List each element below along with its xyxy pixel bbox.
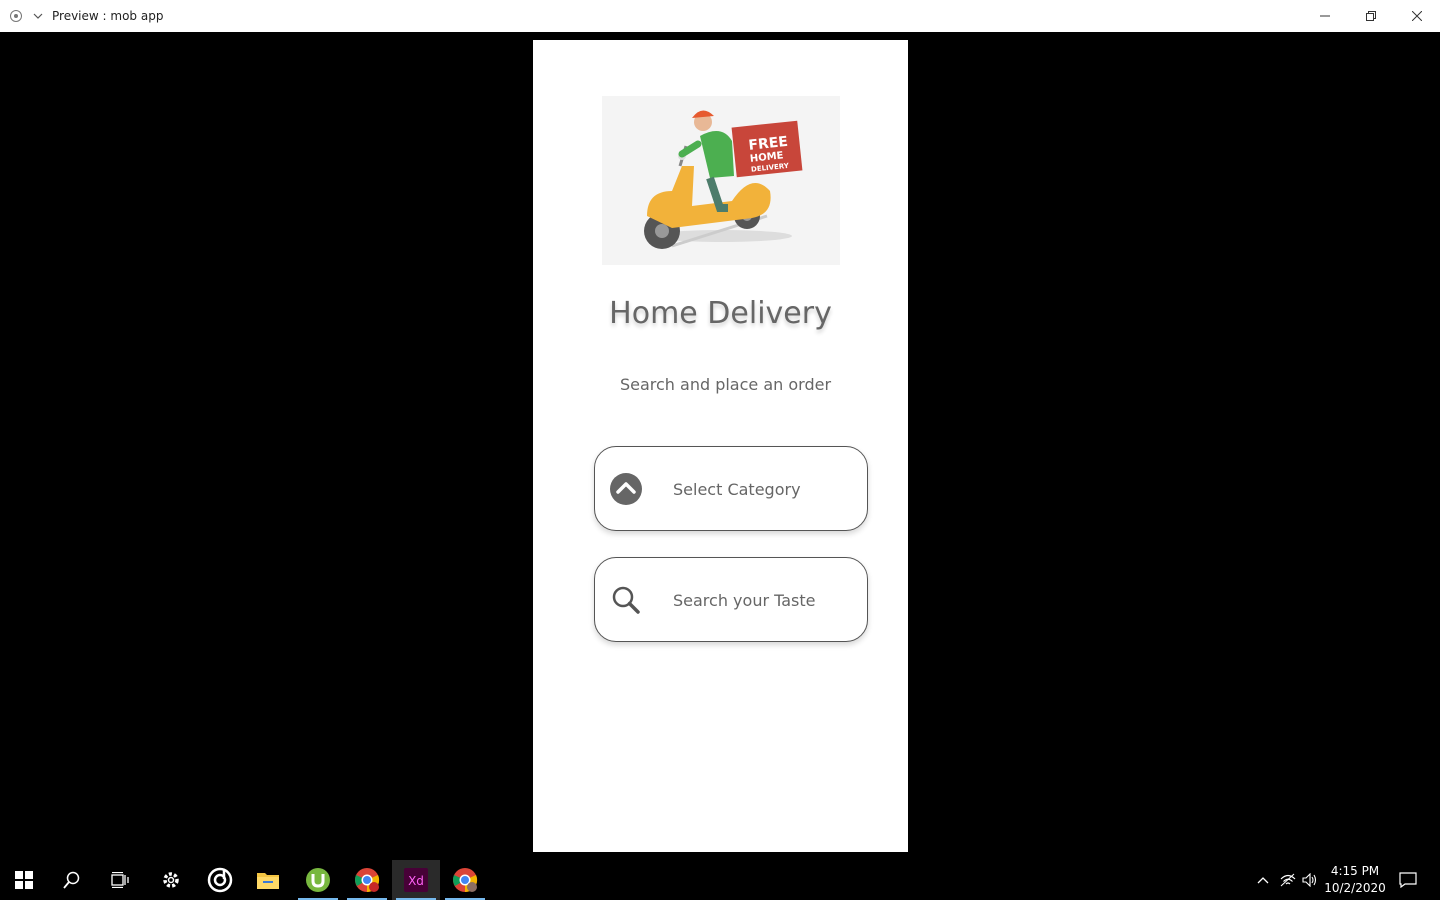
record-icon[interactable]: [10, 10, 22, 22]
search-taste-button[interactable]: Search your Taste: [594, 557, 868, 642]
task-view-icon[interactable]: [96, 860, 144, 900]
groove-music-icon[interactable]: [196, 860, 244, 900]
clock-time: 4:15 PM: [1330, 864, 1380, 878]
taskbar-clock[interactable]: 4:15 PM 10/2/2020: [1322, 863, 1388, 897]
search-taste-label: Search your Taste: [673, 591, 816, 610]
utorrent-icon[interactable]: [294, 860, 342, 900]
taskbar: Xd 4:15 PM 10/2/2020: [0, 860, 1440, 900]
page-subtitle: Search and place an order: [619, 375, 832, 394]
chrome-profile-icon[interactable]: [441, 860, 489, 900]
windows-start-icon[interactable]: [0, 860, 48, 900]
page-title: Home Delivery: [609, 296, 832, 331]
show-hidden-icons-icon[interactable]: [1252, 860, 1274, 900]
file-explorer-icon[interactable]: [244, 860, 292, 900]
restore-icon: [1366, 11, 1376, 21]
settings-icon[interactable]: [147, 860, 195, 900]
window-title: Preview : mob app: [52, 9, 164, 23]
clock-date: 10/2/2020: [1324, 881, 1386, 895]
delivery-illustration: FREE HOME DELIVERY: [602, 96, 840, 265]
adobe-xd-icon[interactable]: Xd: [392, 860, 440, 900]
notifications-icon[interactable]: [1396, 860, 1420, 900]
window-titlebar: Preview : mob app: [0, 0, 1440, 32]
restore-button[interactable]: [1348, 0, 1394, 32]
close-button[interactable]: [1394, 0, 1440, 32]
phone-artboard: FREE HOME DELIVERY Home Delivery Search …: [533, 40, 908, 852]
minimize-icon: [1320, 15, 1330, 17]
chrome-icon[interactable]: [343, 860, 391, 900]
chevron-up-circle-icon: [610, 473, 642, 505]
xd-label: Xd: [408, 874, 424, 888]
volume-icon[interactable]: [1300, 860, 1320, 900]
minimize-button[interactable]: [1302, 0, 1348, 32]
search-icon: [610, 584, 642, 616]
window-controls: [1302, 0, 1440, 32]
network-icon[interactable]: [1278, 860, 1298, 900]
close-icon: [1412, 11, 1422, 21]
chevron-down-icon[interactable]: [30, 8, 46, 24]
select-category-button[interactable]: Select Category: [594, 446, 868, 531]
select-category-label: Select Category: [673, 480, 801, 499]
search-icon[interactable]: [48, 860, 96, 900]
